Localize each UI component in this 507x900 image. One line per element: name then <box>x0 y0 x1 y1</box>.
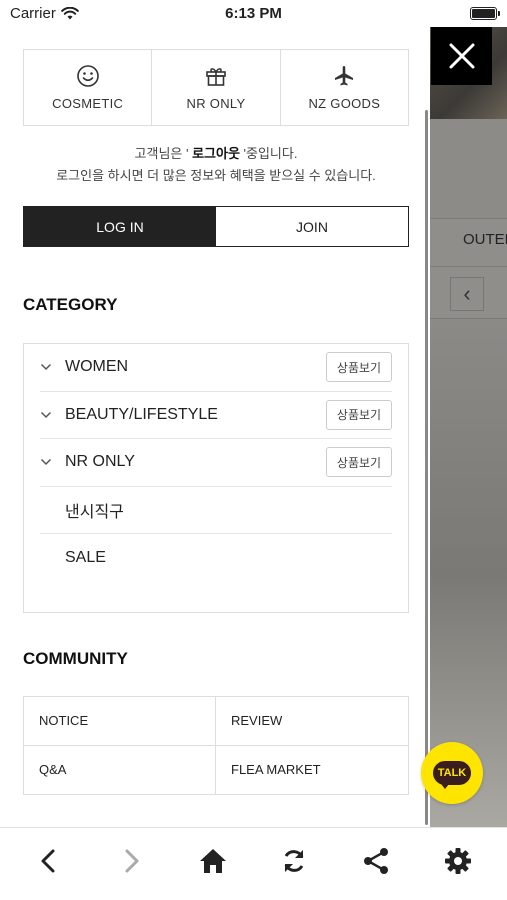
community-title: COMMUNITY <box>23 649 128 668</box>
talk-bubble-icon: TALK <box>432 761 472 789</box>
prev-arrow-icon[interactable]: ‹ <box>450 277 484 311</box>
share-icon <box>364 848 389 874</box>
login-suffix: '중입니다. <box>239 146 298 161</box>
status-bar: Carrier 6:13 PM <box>0 0 507 27</box>
settings-icon <box>445 848 472 874</box>
chevron-down-icon[interactable] <box>40 363 64 371</box>
share-button[interactable] <box>356 841 396 881</box>
category-label[interactable]: WOMEN <box>64 358 326 376</box>
background-page: OUTER ‹ <box>430 27 507 827</box>
refresh-button[interactable] <box>274 841 314 881</box>
login-button[interactable]: LOG IN <box>24 207 216 246</box>
settings-button[interactable] <box>438 841 478 881</box>
forward-button[interactable] <box>111 841 151 881</box>
category-title: CATEGORY <box>23 295 118 314</box>
chevron-down-icon[interactable] <box>40 411 64 419</box>
community-grid: NOTICE REVIEW Q&A FLEA MARKET <box>23 696 409 795</box>
menu-bar: OUTER <box>430 219 507 267</box>
login-benefit-line: 로그인을 하시면 더 많은 정보와 혜택을 받으실 수 있습니다. <box>56 168 376 183</box>
category-label[interactable]: NR ONLY <box>64 453 326 471</box>
login-status: 로그아웃 <box>192 146 240 161</box>
auth-buttons: LOG IN JOIN <box>23 206 409 247</box>
chevron-down-icon[interactable] <box>40 458 64 466</box>
category-item-beauty-lifestyle[interactable]: BEAUTY/LIFESTYLE 상품보기 <box>40 392 392 439</box>
kakao-talk-button[interactable]: TALK <box>421 742 483 804</box>
quick-link-nz-goods[interactable]: NZ GOODS <box>281 50 408 125</box>
category-label[interactable]: 낸시직구 <box>40 498 392 522</box>
login-prefix: 고객님은 ' <box>134 146 193 161</box>
quick-links: COSMETIC NR ONLY NZ GOODS <box>23 49 409 126</box>
join-button[interactable]: JOIN <box>216 207 408 246</box>
airplane-icon <box>335 66 354 86</box>
close-icon <box>449 43 474 69</box>
category-label[interactable]: SALE <box>40 549 392 567</box>
category-item-women[interactable]: WOMEN 상품보기 <box>40 344 392 392</box>
quick-link-label: NZ GOODS <box>308 96 381 111</box>
category-list: WOMEN 상품보기 BEAUTY/LIFESTYLE 상품보기 NR ONLY… <box>23 343 409 613</box>
gift-icon <box>206 68 226 86</box>
refresh-icon <box>285 850 304 872</box>
side-drawer: COSMETIC NR ONLY NZ GOODS 고객님은 ' 로그아웃 '중… <box>0 27 430 827</box>
quick-link-label: COSMETIC <box>52 96 124 111</box>
wifi-icon <box>61 7 79 20</box>
community-link-review[interactable]: REVIEW <box>216 697 408 746</box>
scrollbar[interactable] <box>425 110 428 825</box>
community-link-flea-market[interactable]: FLEA MARKET <box>216 746 408 795</box>
bottom-toolbar <box>0 827 507 900</box>
quick-link-cosmetic[interactable]: COSMETIC <box>24 50 153 125</box>
close-button[interactable] <box>431 27 492 85</box>
site-header <box>430 119 507 256</box>
login-status-message: 고객님은 ' 로그아웃 '중입니다. 로그인을 하시면 더 많은 정보와 혜택을… <box>23 143 409 187</box>
category-item-nr-only[interactable]: NR ONLY 상품보기 <box>40 439 392 487</box>
quick-link-label: NR ONLY <box>186 96 246 111</box>
view-products-button[interactable]: 상품보기 <box>326 352 392 383</box>
back-button[interactable] <box>29 841 69 881</box>
home-button[interactable] <box>193 841 233 881</box>
carrier-info: Carrier <box>10 5 79 22</box>
smiley-icon <box>76 65 99 87</box>
community-link-qna[interactable]: Q&A <box>24 745 216 794</box>
category-label[interactable]: BEAUTY/LIFESTYLE <box>64 406 326 424</box>
carrier-label: Carrier <box>10 5 56 22</box>
login-status-line: 고객님은 ' 로그아웃 '중입니다. <box>23 143 409 165</box>
view-products-button[interactable]: 상품보기 <box>326 399 392 430</box>
battery-icon <box>470 7 500 20</box>
forward-icon <box>125 849 139 873</box>
category-item-direct-purchase[interactable]: 낸시직구 <box>40 487 392 534</box>
back-icon <box>41 849 55 873</box>
view-products-button[interactable]: 상품보기 <box>326 447 392 478</box>
quick-link-nr-only[interactable]: NR ONLY <box>152 50 281 125</box>
slider-pager: ‹ <box>430 267 507 319</box>
category-item-sale[interactable]: SALE <box>40 534 392 582</box>
home-icon <box>199 849 226 873</box>
community-link-notice[interactable]: NOTICE <box>24 697 216 746</box>
menu-item-outer[interactable]: OUTER <box>463 231 507 248</box>
